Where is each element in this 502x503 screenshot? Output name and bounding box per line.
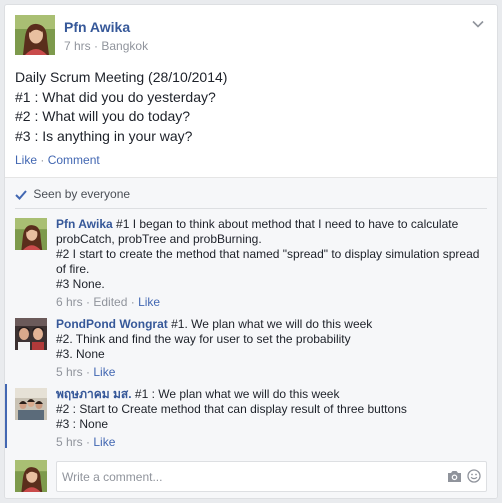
comment-line: #3 None. <box>56 277 105 291</box>
post-header: Pfn Awika 7 hrs · Bangkok <box>15 15 487 59</box>
comment-text: #1. We plan what we will do this week <box>167 317 373 331</box>
post-line: #3 : Is anything in your way? <box>15 127 193 144</box>
seen-by-label: Seen by everyone <box>33 187 131 201</box>
action-separator: · <box>40 153 45 167</box>
commenter-name[interactable]: Pfn Awika <box>56 217 113 231</box>
post-meta: 7 hrs · Bangkok <box>64 39 148 53</box>
post-line: #1 : What did you do yesterday? <box>15 88 216 105</box>
post-card: Pfn Awika 7 hrs · Bangkok Daily Scrum Me… <box>4 4 498 499</box>
post-line: Daily Scrum Meeting (28/10/2014) <box>15 69 228 85</box>
commenter-name[interactable]: PondPond Wongrat <box>56 317 168 331</box>
comment-meta: 5 hrs · Like <box>56 365 487 380</box>
post-time[interactable]: 7 hrs <box>64 39 91 53</box>
comment-composer <box>15 460 487 494</box>
comment-first-line: PondPond Wongrat #1. We plan what we wil… <box>56 317 487 332</box>
comment-body: Pfn Awika #1 I began to think about meth… <box>56 217 487 310</box>
current-user-avatar <box>15 460 47 492</box>
comment-text: #1 : We plan what we will do this week <box>131 387 340 401</box>
like-button[interactable]: Like <box>15 153 37 167</box>
comment-text: #1 I began to think about method that I … <box>56 217 459 246</box>
author-avatar[interactable] <box>15 15 55 55</box>
smiley-icon[interactable] <box>467 469 481 483</box>
commenter-avatar[interactable] <box>15 318 47 350</box>
comment-time[interactable]: 5 hrs <box>56 365 83 379</box>
comment-line: #3. None <box>56 347 105 361</box>
post-author-name[interactable]: Pfn Awika <box>64 19 130 35</box>
comment-like-button[interactable]: Like <box>138 295 160 309</box>
commenter-avatar[interactable] <box>15 388 47 420</box>
comment-like-button[interactable]: Like <box>93 365 115 379</box>
comment-button[interactable]: Comment <box>48 153 100 167</box>
feedback-section: Seen by everyone Pfn Awika #1 I began to… <box>5 178 497 498</box>
seen-by-row: Seen by everyone <box>15 187 130 201</box>
comment-first-line: Pfn Awika #1 I began to think about meth… <box>56 217 487 247</box>
divider <box>15 208 487 209</box>
comment-input[interactable] <box>57 462 486 491</box>
meta-separator: · <box>86 365 91 379</box>
comment-meta: 6 hrs · Edited · Like <box>56 295 487 310</box>
comment-box <box>56 461 487 492</box>
meta-separator: · <box>130 295 135 309</box>
meta-separator: · <box>86 295 91 309</box>
comment-first-line: พฤษภาคม มส. #1 : We plan what we will do… <box>56 387 487 402</box>
comment-line: #2 : Start to Create method that can dis… <box>56 402 407 416</box>
post-location[interactable]: Bangkok <box>101 39 148 53</box>
check-icon <box>15 190 27 200</box>
chevron-down-icon[interactable] <box>471 17 485 31</box>
post-actions: Like · Comment <box>15 153 100 167</box>
commenter-name[interactable]: พฤษภาคม มส. <box>56 387 132 401</box>
comment-line: #2. Think and find the way for user to s… <box>56 332 351 346</box>
comment-edited[interactable]: Edited <box>93 295 127 309</box>
comment-like-button[interactable]: Like <box>93 435 115 449</box>
post-line: #2 : What will you do today? <box>15 108 191 124</box>
comment-time[interactable]: 5 hrs <box>56 435 83 449</box>
comment-line: #3 : None <box>56 417 109 431</box>
meta-separator: · <box>86 435 91 449</box>
comment-time[interactable]: 6 hrs <box>56 295 83 309</box>
comment-body: PondPond Wongrat #1. We plan what we wil… <box>56 317 487 380</box>
comment-line: #2 I start to create the method that nam… <box>56 247 480 276</box>
comment-body: พฤษภาคม มส. #1 : We plan what we will do… <box>56 387 487 450</box>
comment-meta: 5 hrs · Like <box>56 435 487 450</box>
commenter-avatar[interactable] <box>15 218 47 250</box>
post-text: Daily Scrum Meeting (28/10/2014) #1 : Wh… <box>15 68 487 146</box>
camera-icon[interactable] <box>447 470 462 483</box>
meta-separator: · <box>94 39 99 53</box>
active-comment-indicator <box>5 384 7 448</box>
